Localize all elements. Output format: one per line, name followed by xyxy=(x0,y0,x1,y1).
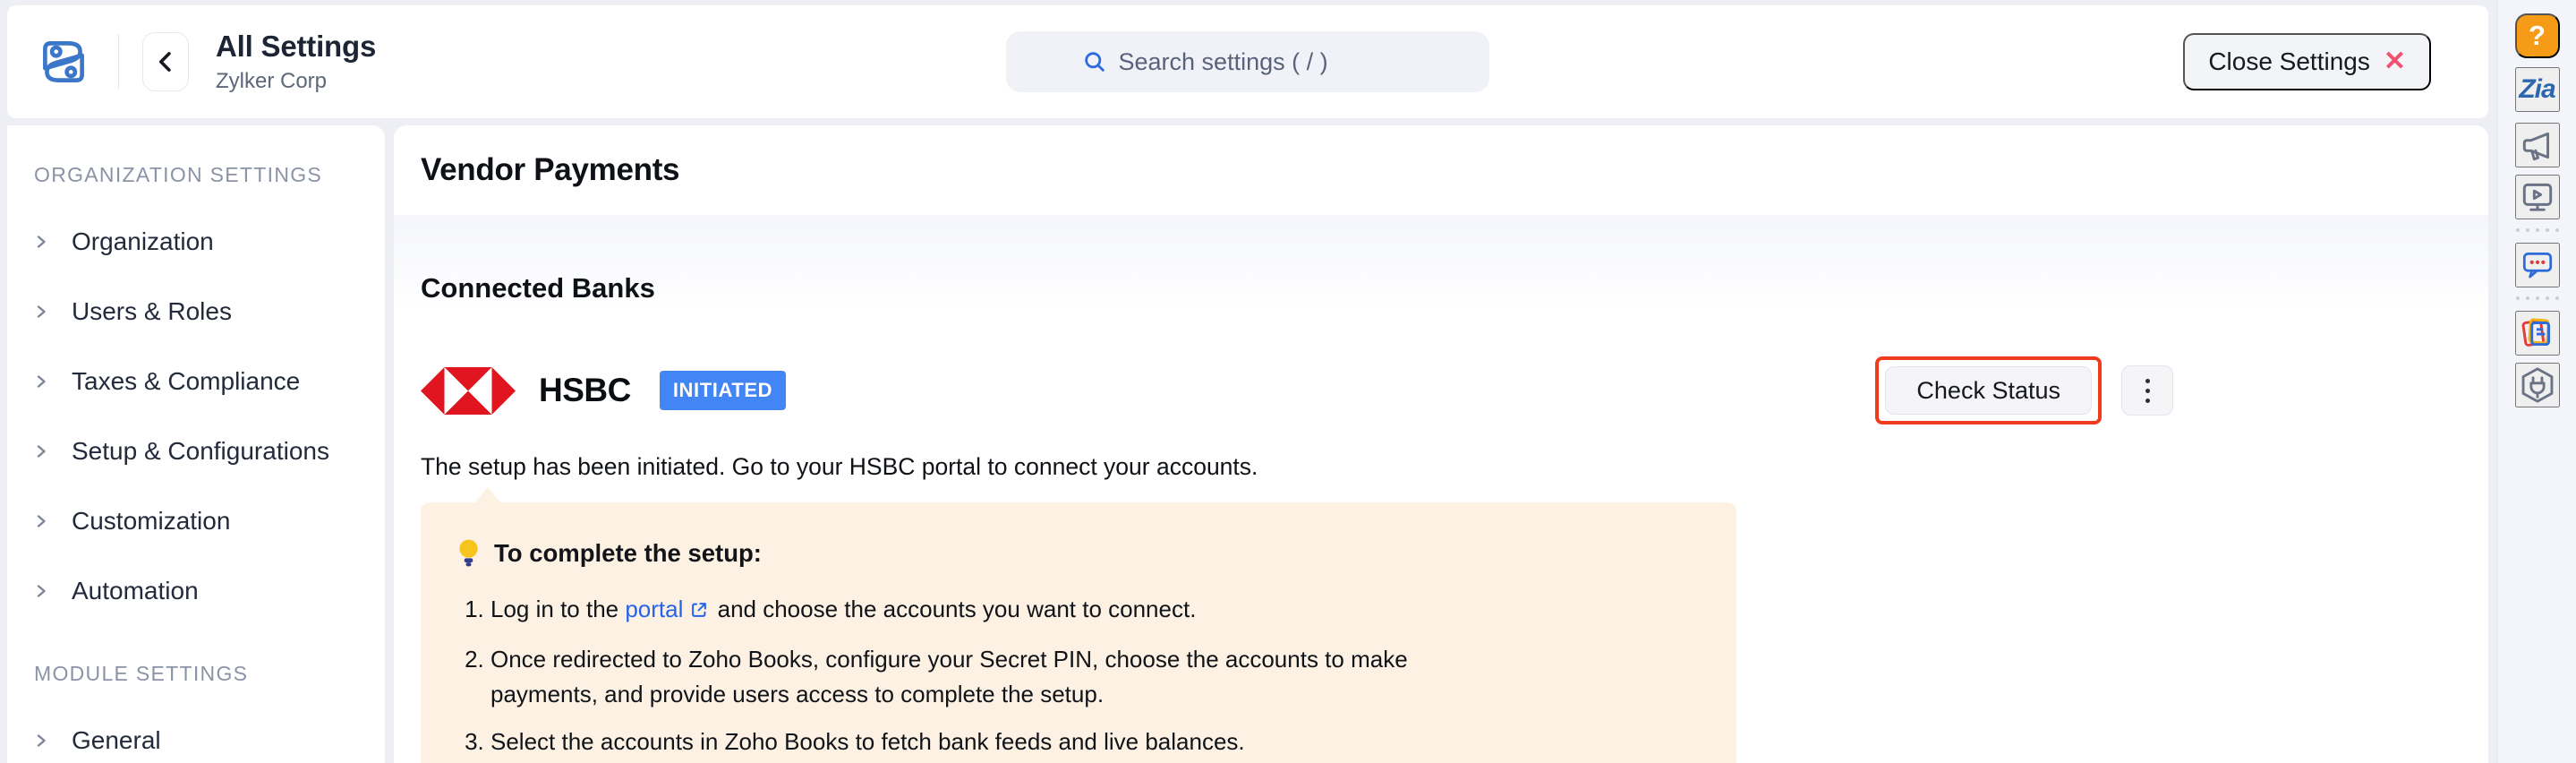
sidebar-item-users-roles[interactable]: Users & Roles xyxy=(34,277,376,347)
lightbulb-icon xyxy=(456,538,481,569)
sidebar-item-automation[interactable]: Automation xyxy=(34,556,376,626)
back-button[interactable] xyxy=(142,32,189,91)
vendor-payments-panel: Vendor Payments Connected Banks HS xyxy=(394,125,2488,763)
sidebar-item-setup-configurations[interactable]: Setup & Configurations xyxy=(34,416,376,486)
sidebar-section-list: General xyxy=(34,706,376,763)
bank-actions: Check Status xyxy=(1875,356,2173,424)
sidebar-section-heading: ORGANIZATION SETTINGS xyxy=(34,163,376,187)
tip-title: To complete the setup: xyxy=(494,539,762,568)
close-settings-label: Close Settings xyxy=(2208,47,2370,76)
tip-title-row: To complete the setup: xyxy=(456,538,1704,569)
feedback-chat-button[interactable] xyxy=(2515,243,2560,287)
header-divider xyxy=(118,34,119,90)
sidebar-item-label: Setup & Configurations xyxy=(72,437,329,466)
zoho-apps-button[interactable] xyxy=(2515,311,2560,356)
rail-divider-dots xyxy=(2516,296,2559,300)
chat-feedback-icon xyxy=(2519,246,2556,284)
external-link-icon xyxy=(689,595,709,630)
header-titles: All Settings Zylker Corp xyxy=(216,30,376,94)
annotation-highlight: Check Status xyxy=(1875,356,2102,424)
settings-search[interactable] xyxy=(1006,31,1489,92)
panel-body: Connected Banks HSBC INITIATED xyxy=(394,215,2488,763)
bank-description: The setup has been initiated. Go to your… xyxy=(421,453,2488,481)
announcements-button[interactable] xyxy=(2515,123,2560,167)
chevron-right-icon xyxy=(34,513,48,529)
rail-divider-dots xyxy=(2516,228,2559,232)
setup-step: Select the accounts in Zoho Books to fet… xyxy=(490,724,1410,759)
right-icon-rail: ? Zia ✦ xyxy=(2497,0,2576,763)
zoho-apps-icon xyxy=(2518,313,2557,353)
setup-tip-box: To complete the setup: Log in to the por… xyxy=(421,502,1736,763)
page-title: Vendor Payments xyxy=(421,152,2488,188)
chevron-right-icon xyxy=(34,373,48,390)
page-header-title: All Settings xyxy=(216,30,376,64)
more-options-button[interactable] xyxy=(2121,365,2173,416)
sidebar-item-label: Automation xyxy=(72,577,199,605)
chevron-right-icon xyxy=(34,443,48,459)
chevron-right-icon xyxy=(34,583,48,599)
organization-name: Zylker Corp xyxy=(216,69,376,94)
sidebar-item-label: General xyxy=(72,726,161,755)
chevron-right-icon xyxy=(34,733,48,749)
sidebar-item-taxes-compliance[interactable]: Taxes & Compliance xyxy=(34,347,376,416)
integrations-plug-icon xyxy=(2518,365,2557,405)
portal-link[interactable]: portal xyxy=(625,596,683,622)
sidebar-item-label: Organization xyxy=(72,227,214,256)
sidebar-section-heading: MODULE SETTINGS xyxy=(34,662,376,686)
chevron-left-icon xyxy=(156,50,175,73)
sidebar-item-label: Taxes & Compliance xyxy=(72,367,300,396)
close-icon: ✕ xyxy=(2384,48,2406,75)
hsbc-logo-icon xyxy=(421,367,516,415)
zia-icon: Zia xyxy=(2519,74,2555,105)
bank-name: HSBC xyxy=(539,372,631,409)
status-badge: INITIATED xyxy=(660,371,786,410)
content-row: ORGANIZATION SETTINGS Organization Users &… xyxy=(7,125,2488,763)
help-button[interactable]: ? xyxy=(2515,13,2560,58)
bank-row: HSBC INITIATED Check Status xyxy=(421,356,2173,424)
sidebar-section-list: Organization Users & Roles Taxes & Complia… xyxy=(34,207,376,626)
video-tutorials-button[interactable] xyxy=(2515,175,2560,219)
help-icon: ? xyxy=(2529,20,2546,52)
setup-steps-list: Log in to the portal and choose the acco… xyxy=(456,592,1410,759)
search-icon xyxy=(1082,49,1107,74)
app-root: All Settings Zylker Corp Close Settings … xyxy=(0,0,2576,763)
megaphone-icon xyxy=(2519,126,2556,164)
sidebar-item-general[interactable]: General xyxy=(34,706,376,763)
integrations-plug-button[interactable] xyxy=(2515,363,2560,407)
check-status-button[interactable]: Check Status xyxy=(1885,366,2092,415)
zoho-books-logo[interactable] xyxy=(32,30,95,93)
setup-step: Log in to the portal and choose the acco… xyxy=(490,592,1410,630)
chevron-right-icon xyxy=(34,234,48,250)
setup-step: Once redirected to Zoho Books, configure… xyxy=(490,642,1410,712)
main-column: All Settings Zylker Corp Close Settings … xyxy=(0,0,2497,763)
sidebar-item-label: Users & Roles xyxy=(72,297,232,326)
bank-identity: HSBC INITIATED xyxy=(421,367,786,415)
kebab-icon xyxy=(2145,379,2150,383)
sidebar-item-customization[interactable]: Customization xyxy=(34,486,376,556)
sidebar-item-label: Customization xyxy=(72,507,230,536)
video-monitor-play-icon xyxy=(2519,178,2556,216)
search-input[interactable] xyxy=(1119,48,1414,76)
zoho-books-logo-icon xyxy=(34,32,93,91)
sidebar-item-organization[interactable]: Organization xyxy=(34,207,376,277)
zia-button[interactable]: Zia ✦ xyxy=(2515,67,2560,112)
settings-sidebar: ORGANIZATION SETTINGS Organization Users &… xyxy=(7,125,385,763)
top-bar: All Settings Zylker Corp Close Settings … xyxy=(7,5,2488,118)
close-settings-button[interactable]: Close Settings ✕ xyxy=(2183,33,2431,90)
chevron-right-icon xyxy=(34,304,48,320)
connected-banks-title: Connected Banks xyxy=(421,272,2488,304)
